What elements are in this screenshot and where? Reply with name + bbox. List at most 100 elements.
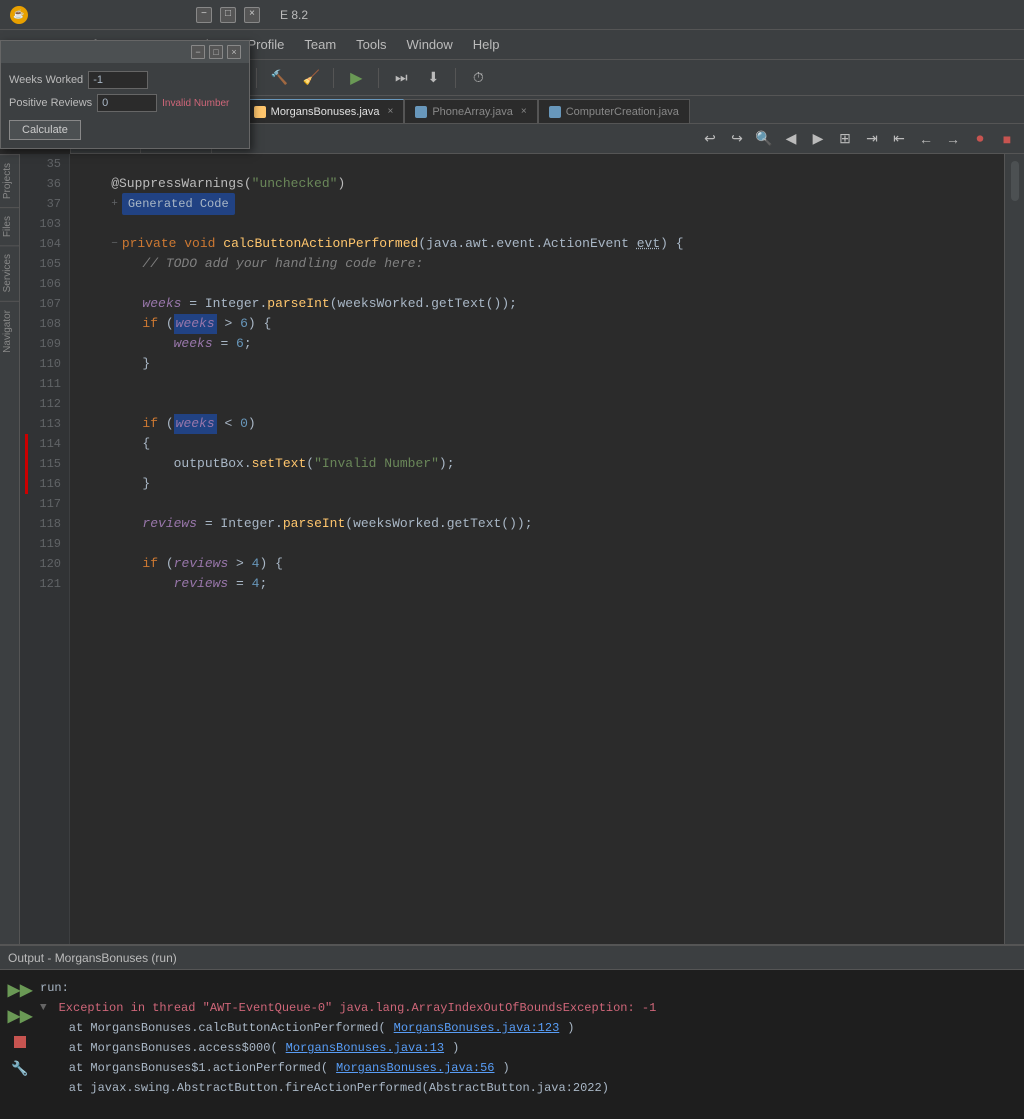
code-line-118: reviews = Integer. parseInt (weeksWorked… [80,514,994,534]
wrench-btn[interactable]: 🔧 [8,1056,32,1080]
line-num-109: 109 [25,334,61,354]
weeks-worked-input[interactable] [88,71,148,89]
code-line-119 [80,534,994,554]
code-120c: > 4) { [228,554,283,574]
line-num-121: 121 [25,574,61,594]
code-113 [80,414,142,434]
output-panel: Output - MorgansBonuses (run) ▶▶ ▶▶ 🔧 [0,944,1024,1119]
main-layout: Projects Files Services Navigator 35 36 … [0,154,1024,944]
separator-5 [378,68,379,88]
line-num-37: 37 [25,194,61,214]
projects-panel-label[interactable]: Projects [0,154,19,207]
stack-link-1[interactable]: MorgansBonuses.java:123 [394,1021,560,1035]
navigator-panel-label[interactable]: Navigator [0,301,19,361]
output-stack-2: at MorgansBonuses.access$000( MorgansBonu… [40,1038,1016,1058]
timer-button[interactable]: ⏱ [464,64,492,92]
redo-button[interactable]: ↪ [725,127,749,151]
files-panel-label[interactable]: Files [0,207,19,245]
run-button[interactable]: ▶ [342,64,370,92]
fold-btn-37[interactable]: + [111,194,118,214]
menu-team[interactable]: Team [294,33,346,56]
menu-help[interactable]: Help [463,33,510,56]
line-num-115: 115 [25,454,61,474]
search-button[interactable]: 🔍 [752,127,776,151]
stop-output-btn[interactable] [8,1030,32,1054]
weeks-worked-label: Weeks Worked [9,74,83,86]
code-118 [80,514,142,534]
tab-close-phonearray[interactable]: × [521,106,527,117]
run-again-icon: ▶▶ [8,1006,33,1026]
record-button[interactable]: ⏺ [968,127,992,151]
code-line-109: weeks = 6; [80,334,994,354]
code-109b: = 6; [213,334,252,354]
code-line-110: } [80,354,994,374]
clean-button[interactable]: 🧹 [297,64,325,92]
calculate-button[interactable]: Calculate [9,120,81,140]
indent-button[interactable]: ⇥ [860,127,884,151]
step-into-button[interactable]: ⬇ [419,64,447,92]
nav-fwd-button[interactable]: → [941,127,965,151]
output-stack-1: at MorgansBonuses.calcButtonActionPerfor… [40,1018,1016,1038]
scroll-indicator[interactable] [1011,161,1019,201]
stack-link-3[interactable]: MorgansBonuses.java:56 [336,1061,494,1075]
next-btn[interactable]: ▶ [806,127,830,151]
tab-icon-morgans [254,106,266,118]
line-num-104: 104 [25,234,61,254]
tab-phonearray[interactable]: PhoneArray.java × [404,99,537,123]
line-num-117: 117 [25,494,61,514]
step-over-button[interactable]: ⏭ [387,64,415,92]
outdent-button[interactable]: ⇤ [887,127,911,151]
var-weeks-107: weeks [142,294,181,314]
run-text: run: [40,981,69,995]
fold-btn-104[interactable]: − [111,234,118,254]
dialog-close[interactable]: × [227,45,241,59]
output-stack-4: at javax.swing.AbstractButton.fireAction… [40,1078,1016,1098]
code-line-116: } [80,474,994,494]
positive-reviews-label: Positive Reviews [9,97,92,109]
var-reviews-118: reviews [142,514,197,534]
fn-parseint-107: parseInt [267,294,329,314]
nav-back-button[interactable]: ← [914,127,938,151]
stop-icon [14,1036,26,1048]
tab-morgans[interactable]: MorgansBonuses.java × [243,99,405,123]
hammer-button[interactable]: 🔨 [265,64,293,92]
positive-reviews-input[interactable] [97,94,157,112]
menu-tools[interactable]: Tools [346,33,396,56]
code-line-104: − private void calcButtonActionPerformed… [80,234,994,254]
stack-link-2[interactable]: MorgansBonuses.java:13 [286,1041,444,1055]
code-115b: ( [306,454,314,474]
stack-text-1: at MorgansBonuses.calcButtonActionPerfor… [40,1021,386,1035]
dialog-maximize[interactable]: □ [209,45,223,59]
exception-text: Exception in thread "AWT-EventQueue-0" j… [59,1001,657,1015]
expand-icon[interactable]: ▼ [40,1002,47,1014]
minimize-button[interactable]: − [196,7,212,23]
str-invalid: "Invalid Number" [314,454,439,474]
run-again-btn[interactable]: ▶▶ [8,1004,32,1028]
run-output-btn[interactable]: ▶▶ [8,978,32,1002]
undo-button[interactable]: ↩ [698,127,722,151]
code-107 [80,294,142,314]
prev-button[interactable]: ◀ [779,127,803,151]
kw-private: private [122,234,184,254]
tab-computercreation[interactable]: ComputerCreation.java [538,99,690,123]
stack-text-2: at MorgansBonuses.access$000( [40,1041,278,1055]
code-104-params: (java.awt.event.ActionEvent evt) { [418,234,683,254]
stop-button[interactable]: ■ [995,127,1019,151]
code-editor[interactable]: 35 36 37 103 104 105 106 107 108 109 110… [20,154,1004,944]
code-116: } [80,474,150,494]
dialog-minimize[interactable]: − [191,45,205,59]
stack-text-3: at MorgansBonuses$1.actionPerformed( [40,1061,328,1075]
tab-label-morgans: MorgansBonuses.java [271,106,380,118]
var-weeks-108: weeks [174,314,217,334]
output-content: ▶▶ ▶▶ 🔧 run: ▼ Exception in [0,970,1024,1119]
services-panel-label[interactable]: Services [0,245,19,300]
line-num-112: 112 [25,394,61,414]
menu-window[interactable]: Window [397,33,463,56]
toggle-button[interactable]: ⊞ [833,127,857,151]
close-button[interactable]: × [244,7,260,23]
tab-close-morgans[interactable]: × [388,106,394,117]
code-line-115: outputBox. setText ( "Invalid Number" ); [80,454,994,474]
maximize-button[interactable]: □ [220,7,236,23]
stack-end-2: ) [452,1041,459,1055]
code-118c: (weeksWorked.getText()); [345,514,532,534]
